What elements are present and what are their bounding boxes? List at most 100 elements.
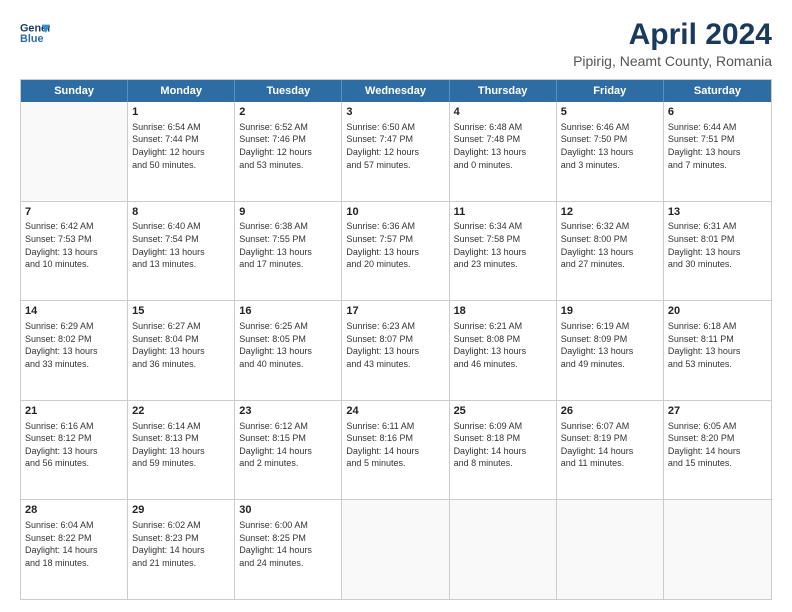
calendar-cell: 3Sunrise: 6:50 AM Sunset: 7:47 PM Daylig…	[342, 102, 449, 201]
weekday-header: Thursday	[450, 80, 557, 102]
weekday-header: Saturday	[664, 80, 771, 102]
day-number: 12	[561, 205, 659, 220]
subtitle: Pipirig, Neamt County, Romania	[573, 53, 772, 69]
cell-content: Sunrise: 6:14 AM Sunset: 8:13 PM Dayligh…	[132, 420, 230, 470]
cell-content: Sunrise: 6:40 AM Sunset: 7:54 PM Dayligh…	[132, 220, 230, 270]
day-number: 28	[25, 503, 123, 518]
cell-content: Sunrise: 6:54 AM Sunset: 7:44 PM Dayligh…	[132, 121, 230, 171]
logo-icon: General Blue	[20, 18, 50, 48]
day-number: 3	[346, 105, 444, 120]
calendar-body: 1Sunrise: 6:54 AM Sunset: 7:44 PM Daylig…	[21, 102, 771, 599]
day-number: 10	[346, 205, 444, 220]
calendar-cell	[664, 500, 771, 599]
calendar-cell: 1Sunrise: 6:54 AM Sunset: 7:44 PM Daylig…	[128, 102, 235, 201]
day-number: 13	[668, 205, 767, 220]
day-number: 16	[239, 304, 337, 319]
cell-content: Sunrise: 6:00 AM Sunset: 8:25 PM Dayligh…	[239, 519, 337, 569]
cell-content: Sunrise: 6:29 AM Sunset: 8:02 PM Dayligh…	[25, 320, 123, 370]
weekday-header: Wednesday	[342, 80, 449, 102]
day-number: 2	[239, 105, 337, 120]
header: General Blue April 2024 Pipirig, Neamt C…	[20, 18, 772, 69]
cell-content: Sunrise: 6:12 AM Sunset: 8:15 PM Dayligh…	[239, 420, 337, 470]
cell-content: Sunrise: 6:19 AM Sunset: 8:09 PM Dayligh…	[561, 320, 659, 370]
calendar-cell: 4Sunrise: 6:48 AM Sunset: 7:48 PM Daylig…	[450, 102, 557, 201]
calendar-cell: 12Sunrise: 6:32 AM Sunset: 8:00 PM Dayli…	[557, 202, 664, 301]
logo: General Blue	[20, 18, 50, 48]
calendar-cell: 29Sunrise: 6:02 AM Sunset: 8:23 PM Dayli…	[128, 500, 235, 599]
day-number: 5	[561, 105, 659, 120]
cell-content: Sunrise: 6:23 AM Sunset: 8:07 PM Dayligh…	[346, 320, 444, 370]
cell-content: Sunrise: 6:02 AM Sunset: 8:23 PM Dayligh…	[132, 519, 230, 569]
calendar-cell: 21Sunrise: 6:16 AM Sunset: 8:12 PM Dayli…	[21, 401, 128, 500]
calendar-cell: 11Sunrise: 6:34 AM Sunset: 7:58 PM Dayli…	[450, 202, 557, 301]
cell-content: Sunrise: 6:05 AM Sunset: 8:20 PM Dayligh…	[668, 420, 767, 470]
svg-text:Blue: Blue	[20, 33, 43, 45]
day-number: 6	[668, 105, 767, 120]
day-number: 1	[132, 105, 230, 120]
calendar-cell: 19Sunrise: 6:19 AM Sunset: 8:09 PM Dayli…	[557, 301, 664, 400]
day-number: 29	[132, 503, 230, 518]
day-number: 23	[239, 404, 337, 419]
calendar-cell: 28Sunrise: 6:04 AM Sunset: 8:22 PM Dayli…	[21, 500, 128, 599]
day-number: 26	[561, 404, 659, 419]
calendar-row: 1Sunrise: 6:54 AM Sunset: 7:44 PM Daylig…	[21, 102, 771, 201]
calendar-cell: 25Sunrise: 6:09 AM Sunset: 8:18 PM Dayli…	[450, 401, 557, 500]
cell-content: Sunrise: 6:44 AM Sunset: 7:51 PM Dayligh…	[668, 121, 767, 171]
cell-content: Sunrise: 6:52 AM Sunset: 7:46 PM Dayligh…	[239, 121, 337, 171]
calendar-cell: 14Sunrise: 6:29 AM Sunset: 8:02 PM Dayli…	[21, 301, 128, 400]
cell-content: Sunrise: 6:04 AM Sunset: 8:22 PM Dayligh…	[25, 519, 123, 569]
calendar-cell: 30Sunrise: 6:00 AM Sunset: 8:25 PM Dayli…	[235, 500, 342, 599]
day-number: 8	[132, 205, 230, 220]
day-number: 20	[668, 304, 767, 319]
day-number: 27	[668, 404, 767, 419]
cell-content: Sunrise: 6:34 AM Sunset: 7:58 PM Dayligh…	[454, 220, 552, 270]
day-number: 25	[454, 404, 552, 419]
calendar-cell	[21, 102, 128, 201]
calendar-cell: 10Sunrise: 6:36 AM Sunset: 7:57 PM Dayli…	[342, 202, 449, 301]
cell-content: Sunrise: 6:09 AM Sunset: 8:18 PM Dayligh…	[454, 420, 552, 470]
day-number: 17	[346, 304, 444, 319]
cell-content: Sunrise: 6:32 AM Sunset: 8:00 PM Dayligh…	[561, 220, 659, 270]
cell-content: Sunrise: 6:07 AM Sunset: 8:19 PM Dayligh…	[561, 420, 659, 470]
page: General Blue April 2024 Pipirig, Neamt C…	[0, 0, 792, 612]
calendar-cell: 22Sunrise: 6:14 AM Sunset: 8:13 PM Dayli…	[128, 401, 235, 500]
cell-content: Sunrise: 6:27 AM Sunset: 8:04 PM Dayligh…	[132, 320, 230, 370]
cell-content: Sunrise: 6:42 AM Sunset: 7:53 PM Dayligh…	[25, 220, 123, 270]
cell-content: Sunrise: 6:25 AM Sunset: 8:05 PM Dayligh…	[239, 320, 337, 370]
calendar-cell	[342, 500, 449, 599]
day-number: 24	[346, 404, 444, 419]
calendar-cell: 26Sunrise: 6:07 AM Sunset: 8:19 PM Dayli…	[557, 401, 664, 500]
day-number: 22	[132, 404, 230, 419]
calendar-cell	[450, 500, 557, 599]
calendar: SundayMondayTuesdayWednesdayThursdayFrid…	[20, 79, 772, 600]
cell-content: Sunrise: 6:38 AM Sunset: 7:55 PM Dayligh…	[239, 220, 337, 270]
calendar-cell: 5Sunrise: 6:46 AM Sunset: 7:50 PM Daylig…	[557, 102, 664, 201]
cell-content: Sunrise: 6:16 AM Sunset: 8:12 PM Dayligh…	[25, 420, 123, 470]
cell-content: Sunrise: 6:36 AM Sunset: 7:57 PM Dayligh…	[346, 220, 444, 270]
weekday-header: Sunday	[21, 80, 128, 102]
calendar-cell: 16Sunrise: 6:25 AM Sunset: 8:05 PM Dayli…	[235, 301, 342, 400]
calendar-row: 28Sunrise: 6:04 AM Sunset: 8:22 PM Dayli…	[21, 499, 771, 599]
calendar-cell: 23Sunrise: 6:12 AM Sunset: 8:15 PM Dayli…	[235, 401, 342, 500]
calendar-cell: 17Sunrise: 6:23 AM Sunset: 8:07 PM Dayli…	[342, 301, 449, 400]
cell-content: Sunrise: 6:48 AM Sunset: 7:48 PM Dayligh…	[454, 121, 552, 171]
calendar-cell: 13Sunrise: 6:31 AM Sunset: 8:01 PM Dayli…	[664, 202, 771, 301]
calendar-cell: 2Sunrise: 6:52 AM Sunset: 7:46 PM Daylig…	[235, 102, 342, 201]
calendar-cell: 20Sunrise: 6:18 AM Sunset: 8:11 PM Dayli…	[664, 301, 771, 400]
calendar-cell: 8Sunrise: 6:40 AM Sunset: 7:54 PM Daylig…	[128, 202, 235, 301]
title-block: April 2024 Pipirig, Neamt County, Romani…	[573, 18, 772, 69]
calendar-cell	[557, 500, 664, 599]
cell-content: Sunrise: 6:18 AM Sunset: 8:11 PM Dayligh…	[668, 320, 767, 370]
day-number: 9	[239, 205, 337, 220]
weekday-header: Friday	[557, 80, 664, 102]
day-number: 11	[454, 205, 552, 220]
calendar-row: 14Sunrise: 6:29 AM Sunset: 8:02 PM Dayli…	[21, 300, 771, 400]
calendar-cell: 7Sunrise: 6:42 AM Sunset: 7:53 PM Daylig…	[21, 202, 128, 301]
calendar-cell: 24Sunrise: 6:11 AM Sunset: 8:16 PM Dayli…	[342, 401, 449, 500]
calendar-cell: 27Sunrise: 6:05 AM Sunset: 8:20 PM Dayli…	[664, 401, 771, 500]
calendar-cell: 6Sunrise: 6:44 AM Sunset: 7:51 PM Daylig…	[664, 102, 771, 201]
cell-content: Sunrise: 6:31 AM Sunset: 8:01 PM Dayligh…	[668, 220, 767, 270]
calendar-cell: 9Sunrise: 6:38 AM Sunset: 7:55 PM Daylig…	[235, 202, 342, 301]
cell-content: Sunrise: 6:11 AM Sunset: 8:16 PM Dayligh…	[346, 420, 444, 470]
day-number: 30	[239, 503, 337, 518]
